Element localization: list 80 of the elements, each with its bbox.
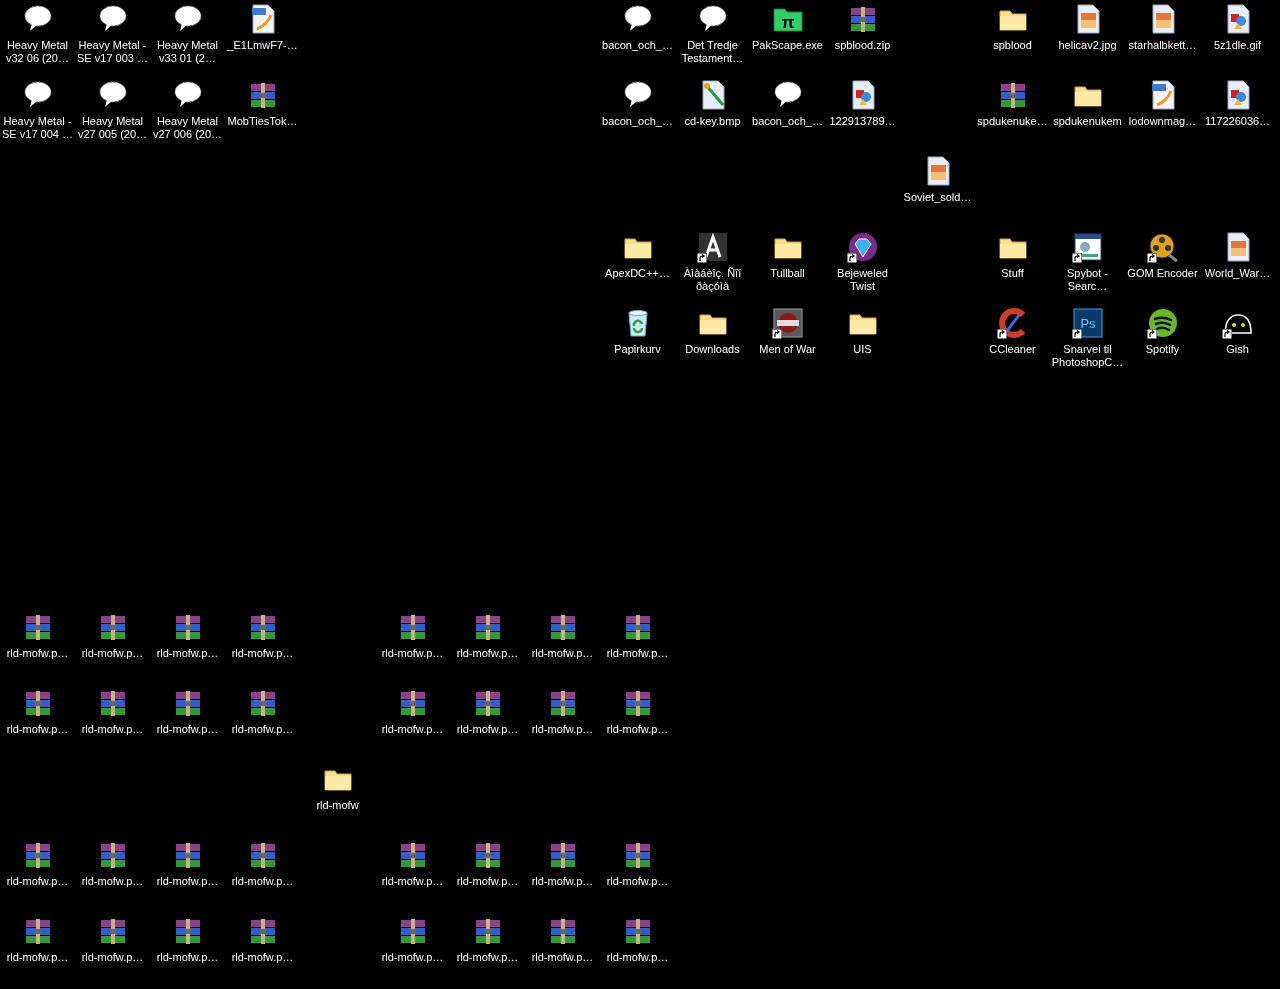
icon-label[interactable]: rld-mofw.p… (75, 647, 150, 660)
icon-label[interactable]: bacon_och_… (750, 115, 825, 128)
icon-label[interactable]: World_War… (1200, 267, 1275, 280)
icon-label[interactable]: spblood (975, 39, 1050, 52)
icon-label[interactable]: Heavy Metal v32 06 (20… (0, 39, 75, 65)
icon-label[interactable]: rld-mofw.p… (525, 875, 600, 888)
icon-label[interactable]: 117226036… (1200, 115, 1275, 128)
icon-label[interactable]: rld-mofw.p… (150, 723, 225, 736)
icon-label[interactable]: rld-mofw.p… (450, 951, 525, 964)
icon-label[interactable]: rld-mofw.p… (150, 951, 225, 964)
icon-label[interactable]: Heavy Metal - SE v17 003 … (75, 39, 150, 65)
icon-label[interactable]: Det Tredje Testament… (675, 39, 750, 65)
icon-label[interactable]: rld-mofw.p… (375, 951, 450, 964)
icon-label[interactable]: Snarvei til PhotoshopC… (1050, 343, 1125, 369)
icon-label[interactable]: ApexDC++… (600, 267, 675, 280)
icon-label[interactable]: rld-mofw.p… (225, 723, 300, 736)
icon-label[interactable]: PakScape.exe (750, 39, 825, 52)
icon-label[interactable]: rld-mofw.p… (450, 875, 525, 888)
icon-label[interactable]: MobTiesTok… (225, 115, 300, 128)
icon-label[interactable]: Stuff (975, 267, 1050, 280)
icon-label[interactable]: spdukenukem (1050, 115, 1125, 128)
icon-label[interactable]: spblood.zip (825, 39, 900, 52)
icon-label[interactable]: Heavy Metal v27 006 (20… (150, 115, 225, 141)
icon-label[interactable]: rld-mofw.p… (75, 875, 150, 888)
icon-label[interactable]: rld-mofw.p… (0, 875, 75, 888)
spotify-logo-icon[interactable] (1146, 307, 1179, 339)
icon-label[interactable]: starhalbkett… (1125, 39, 1200, 52)
icon-label[interactable]: helicav2.jpg (1050, 39, 1125, 52)
icon-label[interactable]: rld-mofw.p… (450, 723, 525, 736)
photoshop-logo-icon[interactable]: Ps (1071, 307, 1104, 339)
icon-label[interactable]: cd-key.bmp (675, 115, 750, 128)
icon-label[interactable]: rld-mofw.p… (525, 723, 600, 736)
icon-label[interactable]: _E1LmwF7-… (225, 39, 300, 52)
icon-label[interactable]: rld-mofw.p… (0, 951, 75, 964)
icon-label[interactable]: Spybot - Searc… (1050, 267, 1125, 293)
icon-label[interactable]: rld-mofw.p… (150, 647, 225, 660)
icon-label[interactable]: rld-mofw.p… (600, 647, 675, 660)
icon-label[interactable]: rld-mofw.p… (375, 647, 450, 660)
icon-label[interactable]: rld-mofw.p… (525, 951, 600, 964)
icon-label[interactable]: rld-mofw.p… (225, 875, 300, 888)
icon-label[interactable]: rld-mofw.p… (600, 723, 675, 736)
gem-icon[interactable] (846, 231, 879, 263)
icon-label[interactable]: rld-mofw.p… (225, 951, 300, 964)
icon-label[interactable]: rld-mofw (300, 799, 375, 812)
icon-label[interactable]: CCleaner (975, 343, 1050, 356)
icon-label[interactable]: GOM Encoder (1125, 267, 1200, 280)
icon-label[interactable]: rld-mofw.p… (75, 951, 150, 964)
icon-label[interactable]: rld-mofw.p… (225, 647, 300, 660)
icon-label[interactable]: Gish (1200, 343, 1275, 356)
icon-label[interactable]: spdukenuke… (975, 115, 1050, 128)
icon-label[interactable]: Bejeweled Twist (825, 267, 900, 293)
icon-label[interactable]: Heavy Metal - SE v17 004 … (0, 115, 75, 141)
icon-label[interactable]: Papirkurv (600, 343, 675, 356)
icon-label[interactable]: Heavy Metal v33 01 (2… (150, 39, 225, 65)
icon-label[interactable]: rld-mofw.p… (450, 647, 525, 660)
icon-label[interactable]: rld-mofw.p… (525, 647, 600, 660)
icon-label[interactable]: Spotify (1125, 343, 1200, 356)
icon-label[interactable]: Heavy Metal v27 005 (20… (75, 115, 150, 141)
icon-label[interactable]: rld-mofw.p… (0, 723, 75, 736)
icon-label[interactable]: rld-mofw.p… (600, 951, 675, 964)
icon-label[interactable]: Tullball (750, 267, 825, 280)
icon-label[interactable]: 5z1dle.gif (1200, 39, 1275, 52)
icon-label[interactable]: Downloads (675, 343, 750, 356)
icon-label[interactable]: Soviet_sold… (900, 191, 975, 204)
icon-label[interactable]: rld-mofw.p… (375, 875, 450, 888)
icon-label[interactable]: rld-mofw.p… (150, 875, 225, 888)
icon-label[interactable]: 122913789… (825, 115, 900, 128)
icon-label[interactable]: bacon_och_… (600, 39, 675, 52)
icon-label[interactable]: rld-mofw.p… (0, 647, 75, 660)
icon-label[interactable]: Àìàáèîç. Ñîî ðàçóìà (675, 267, 750, 293)
window-screenshot-icon[interactable] (1071, 231, 1104, 263)
letter-a-icon[interactable] (696, 231, 729, 263)
icon-label[interactable]: UIS (825, 343, 900, 356)
icon-label[interactable]: rld-mofw.p… (600, 875, 675, 888)
icon-label[interactable]: rld-mofw.p… (375, 723, 450, 736)
icon-label[interactable]: rld-mofw.p… (75, 723, 150, 736)
game-logo-icon[interactable] (771, 307, 804, 339)
icon-label[interactable]: Men of War (750, 343, 825, 356)
icon-label[interactable]: bacon_och_… (600, 115, 675, 128)
icon-label[interactable]: lodownmag… (1125, 115, 1200, 128)
